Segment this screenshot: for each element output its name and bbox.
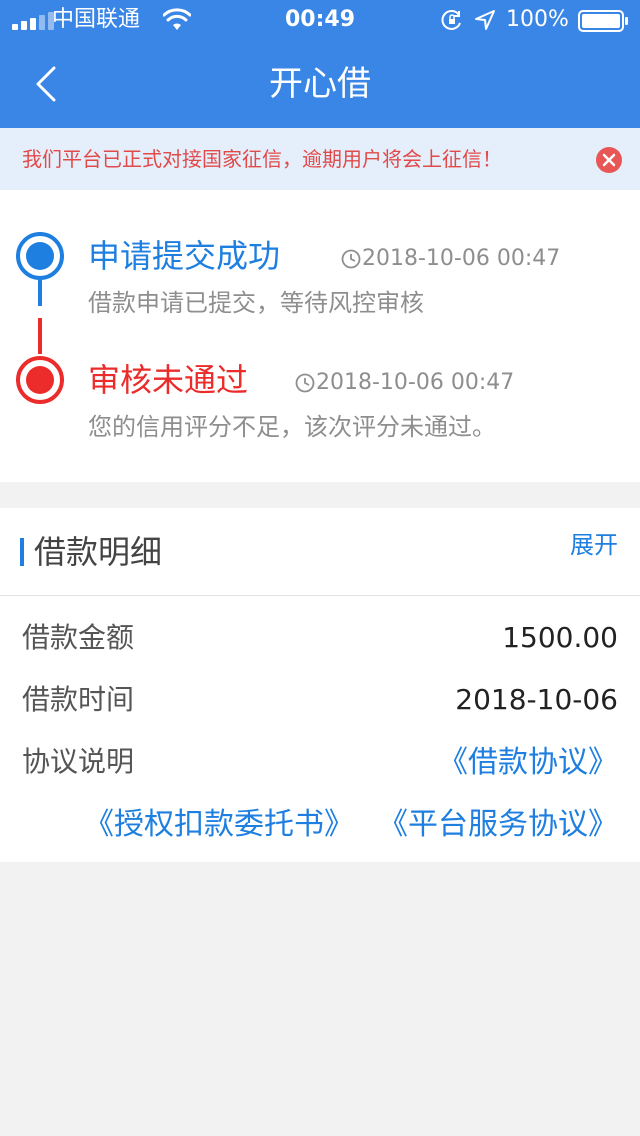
page-title: 开心借 bbox=[269, 64, 371, 104]
timeline-time: 2018-10-06 00:47 bbox=[294, 368, 514, 398]
rotation-lock-icon bbox=[441, 10, 461, 30]
timeline-time-text: 2018-10-06 00:47 bbox=[316, 370, 515, 395]
clock-icon bbox=[295, 373, 315, 393]
app-header: 中国联通 00:49 100% 开心借 bbox=[0, 0, 640, 128]
timeline-title: 申请提交成功 bbox=[88, 237, 281, 275]
close-icon bbox=[602, 153, 616, 167]
battery-icon bbox=[578, 10, 628, 32]
loan-time-value: 2018-10-06 bbox=[455, 683, 618, 716]
location-arrow-icon bbox=[475, 10, 495, 30]
authorization-letter-link[interactable]: 《授权扣款委托书》 bbox=[84, 804, 354, 846]
expand-button[interactable]: 展开 bbox=[570, 528, 618, 562]
timeline-title: 审核未通过 bbox=[88, 361, 249, 399]
close-notice-button[interactable] bbox=[596, 147, 622, 173]
timeline-dot-rejected bbox=[16, 356, 64, 404]
timeline-time: 2018-10-06 00:47 bbox=[340, 244, 560, 274]
timeline-time-text: 2018-10-06 00:47 bbox=[362, 246, 561, 271]
loan-detail-card: 借款明细 展开 借款金额 1500.00 借款时间 2018-10-06 协议说… bbox=[0, 508, 640, 862]
battery-percent: 100% bbox=[506, 7, 569, 32]
loan-agreement-link[interactable]: 《借款协议》 bbox=[438, 742, 618, 784]
timeline-dot-submitted bbox=[16, 232, 64, 280]
section-marker bbox=[20, 538, 24, 566]
loan-time-label: 借款时间 bbox=[22, 683, 135, 716]
loan-detail-header: 借款明细 展开 bbox=[0, 508, 640, 596]
loan-amount-value: 1500.00 bbox=[502, 621, 618, 654]
timeline-description: 借款申请已提交，等待风控审核 bbox=[88, 289, 424, 317]
timeline-connector bbox=[38, 318, 42, 354]
loan-detail-title: 借款明细 bbox=[34, 533, 163, 571]
platform-service-agreement-link[interactable]: 《平台服务协议》 bbox=[378, 804, 618, 846]
agreement-label: 协议说明 bbox=[22, 745, 135, 778]
status-bar: 中国联通 00:49 100% bbox=[0, 0, 640, 40]
status-timeline: 申请提交成功 2018-10-06 00:47 借款申请已提交，等待风控审核 审… bbox=[0, 190, 640, 482]
timeline-description: 您的信用评分不足，该次评分未通过。 bbox=[88, 413, 496, 441]
clock-icon bbox=[341, 249, 361, 269]
timeline-connector bbox=[38, 280, 42, 306]
notice-banner: 我们平台已正式对接国家征信，逾期用户将会上征信！ bbox=[0, 128, 640, 190]
loan-amount-label: 借款金额 bbox=[22, 621, 135, 654]
notice-text: 我们平台已正式对接国家征信，逾期用户将会上征信！ bbox=[22, 147, 502, 171]
